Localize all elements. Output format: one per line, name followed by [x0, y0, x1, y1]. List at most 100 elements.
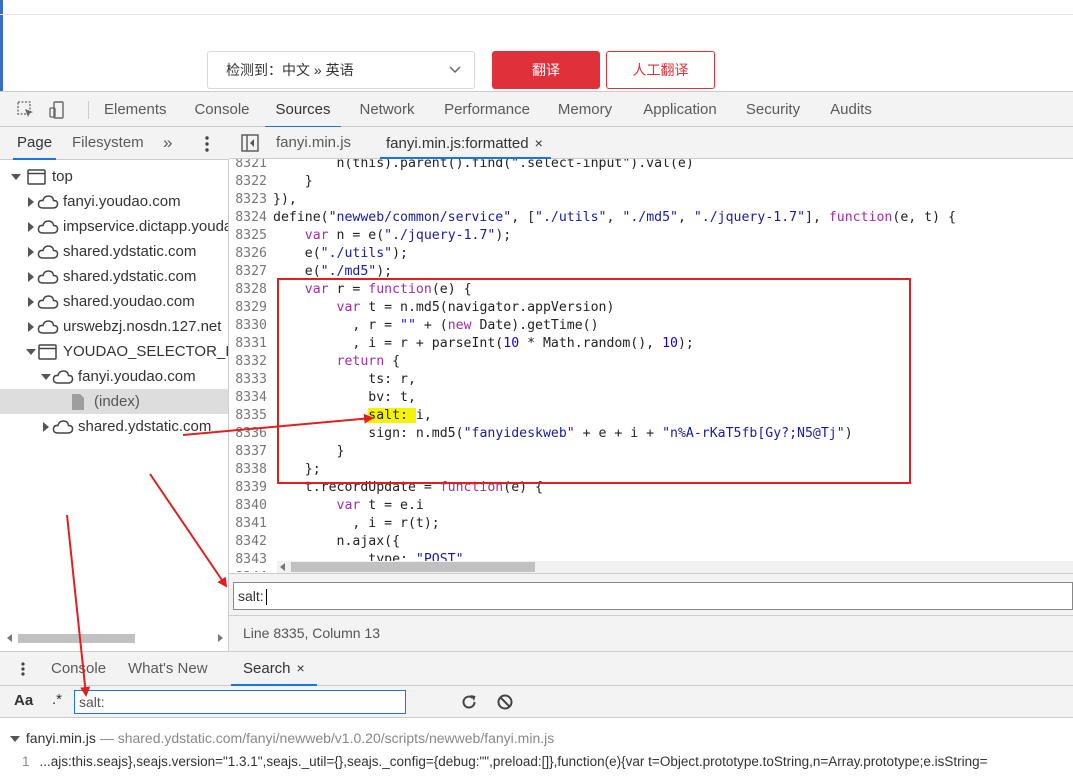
search-result-file[interactable]: fanyi.min.js — shared.ydstatic.com/fanyi… — [10, 730, 554, 746]
cloud-icon — [37, 194, 59, 209]
tree-item-domain[interactable]: shared.youdao.com — [0, 289, 228, 314]
navigator-tabs: Page Filesystem » — [0, 127, 229, 160]
tab-elements[interactable]: Elements — [104, 92, 167, 127]
webpage-area: 检测到：中文 » 英语 翻译 人工翻译 — [0, 0, 1073, 91]
expand-arrow-right-icon — [28, 321, 34, 332]
tree-item-label: fanyi.youdao.com — [63, 193, 181, 210]
close-icon[interactable]: × — [297, 660, 305, 676]
tab-memory[interactable]: Memory — [556, 92, 614, 127]
code-line: 8321 n(this).parent().find(".select-inpu… — [235, 159, 694, 171]
cloud-icon — [52, 419, 74, 434]
code-line: 8332 return { — [235, 354, 401, 369]
editor-tab-label: fanyi.min.js:formatted — [386, 135, 529, 152]
tree-item-domain[interactable]: impservice.dictapp.youdao.com — [0, 214, 228, 239]
navigator-tab-page[interactable]: Page — [12, 127, 57, 160]
regex-toggle[interactable]: .* — [52, 691, 62, 708]
search-input-value: salt: — [79, 694, 105, 710]
tree-item-label: YOUDAO_SELECTOR_IFRAME — [63, 343, 228, 360]
tree-item-label: (index) — [94, 393, 140, 410]
more-options-icon[interactable] — [18, 662, 28, 676]
tree-item-label: shared.youdao.com — [63, 293, 195, 310]
tab-network[interactable]: Network — [357, 92, 417, 127]
page-divider — [0, 14, 1073, 15]
tree-item-domain[interactable]: urswebzj.nosdn.127.net — [0, 314, 228, 339]
tab-application[interactable]: Application — [641, 92, 719, 127]
language-select[interactable]: 检测到：中文 » 英语 — [207, 51, 475, 89]
code-line: 8337 } — [235, 444, 345, 459]
search-toolbar: Aa .* salt: — [0, 686, 1073, 718]
code-line-highlighted: 8335 salt: i, — [235, 408, 432, 423]
tree-item-iframe[interactable]: YOUDAO_SELECTOR_IFRAME — [0, 339, 228, 364]
translate-button[interactable]: 翻译 — [492, 51, 600, 89]
close-icon[interactable]: × — [535, 135, 543, 151]
tree-item-domain[interactable]: fanyi.youdao.com — [0, 189, 228, 214]
tab-console[interactable]: Console — [194, 92, 250, 127]
more-tabs-button[interactable]: » — [163, 127, 172, 159]
toggle-navigator-icon[interactable] — [241, 134, 259, 152]
cloud-icon — [37, 294, 59, 309]
expand-arrow-down-icon — [41, 373, 51, 380]
scroll-left-icon[interactable] — [279, 563, 287, 571]
tree-item-label: shared.ydstatic.com — [63, 243, 197, 260]
tree-item-domain[interactable]: shared.ydstatic.com — [0, 239, 228, 264]
text-cursor — [265, 589, 267, 606]
tree-item-domain[interactable]: shared.ydstatic.com — [0, 414, 228, 439]
code-line: 8339 t.recordUpdate = function(e) { — [235, 480, 543, 495]
scrollbar-thumb[interactable] — [18, 634, 135, 643]
navigator-horizontal-scrollbar[interactable] — [4, 631, 228, 645]
code-line: 8338 }; — [235, 462, 321, 477]
scroll-right-icon[interactable] — [216, 634, 224, 642]
tree-item-domain[interactable]: fanyi.youdao.com — [0, 364, 228, 389]
tree-item-domain[interactable]: shared.ydstatic.com — [0, 264, 228, 289]
tab-performance[interactable]: Performance — [443, 92, 531, 127]
cloud-icon — [37, 244, 59, 259]
code-line: 8342 n.ajax({ — [235, 534, 401, 549]
inspect-element-icon[interactable] — [16, 100, 36, 120]
result-file-path: — shared.ydstatic.com/fanyi/newweb/v1.0.… — [99, 730, 555, 746]
tab-security[interactable]: Security — [745, 92, 801, 127]
human-translate-button[interactable]: 人工翻译 — [606, 51, 715, 89]
tree-item-label: impservice.dictapp.youdao.com — [63, 218, 228, 235]
code-line: 8324 define("newweb/common/service", ["./… — [235, 210, 956, 225]
code-lines: 8321 n(this).parent().find(".select-inpu… — [229, 159, 1073, 572]
find-input[interactable]: salt: — [233, 582, 1073, 610]
search-result-line[interactable]: 1 ...ajs:this.seajs},seajs.version="1.3.1… — [22, 754, 988, 769]
code-line: 8323}), — [235, 192, 297, 207]
code-line: 8329 var t = n.md5(navigator.appVersion) — [235, 300, 615, 315]
screenshot-root: 检测到：中文 » 英语 翻译 人工翻译 Elements Console Sou… — [0, 0, 1073, 782]
code-line: 8326 e("./utils"); — [235, 246, 408, 261]
match-case-toggle[interactable]: Aa — [14, 692, 33, 709]
device-toolbar-icon[interactable] — [48, 100, 68, 120]
drawer-tab-search[interactable]: Search × — [231, 652, 317, 686]
code-line: 8330 , r = "" + (new Date).getTime() — [235, 318, 599, 333]
search-input[interactable]: salt: — [74, 690, 406, 714]
chevron-down-icon — [449, 66, 461, 74]
clear-icon[interactable] — [496, 693, 514, 711]
tree-item-top[interactable]: top — [0, 164, 228, 189]
editor-tab-fanyi-formatted[interactable]: fanyi.min.js:formatted × — [380, 127, 551, 159]
editor-tab-fanyi-min[interactable]: fanyi.min.js — [276, 127, 351, 158]
expand-arrow-right-icon — [28, 221, 34, 232]
navigator-tab-filesystem[interactable]: Filesystem — [72, 127, 144, 159]
tree-item-index-file[interactable]: (index) — [0, 389, 228, 414]
more-options-icon[interactable] — [202, 135, 212, 153]
scrollbar-thumb[interactable] — [291, 562, 535, 572]
refresh-icon[interactable] — [460, 693, 478, 711]
drawer-tab-whats-new[interactable]: What's New — [128, 652, 208, 685]
code-editor[interactable]: 8321 n(this).parent().find(".select-inpu… — [229, 159, 1073, 572]
tab-audits[interactable]: Audits — [828, 92, 874, 127]
code-line: 8325 var n = e("./jquery-1.7"); — [235, 228, 512, 243]
code-line: 8322 } — [235, 174, 313, 189]
result-line-text: ...ajs:this.seajs},seajs.version="1.3.1"… — [39, 754, 988, 769]
frame-icon — [27, 168, 46, 185]
code-line: 8334 bv: t, — [235, 390, 416, 405]
toolbar-separator — [88, 101, 89, 119]
expand-arrow-right-icon — [28, 246, 34, 257]
code-horizontal-scrollbar[interactable] — [277, 561, 1073, 573]
tab-sources[interactable]: Sources — [265, 92, 341, 128]
scroll-left-icon[interactable] — [6, 634, 14, 642]
drawer-tab-console[interactable]: Console — [51, 652, 106, 685]
find-input-value: salt: — [238, 588, 264, 604]
cloud-icon — [37, 219, 59, 234]
expand-arrow-right-icon — [28, 271, 34, 282]
